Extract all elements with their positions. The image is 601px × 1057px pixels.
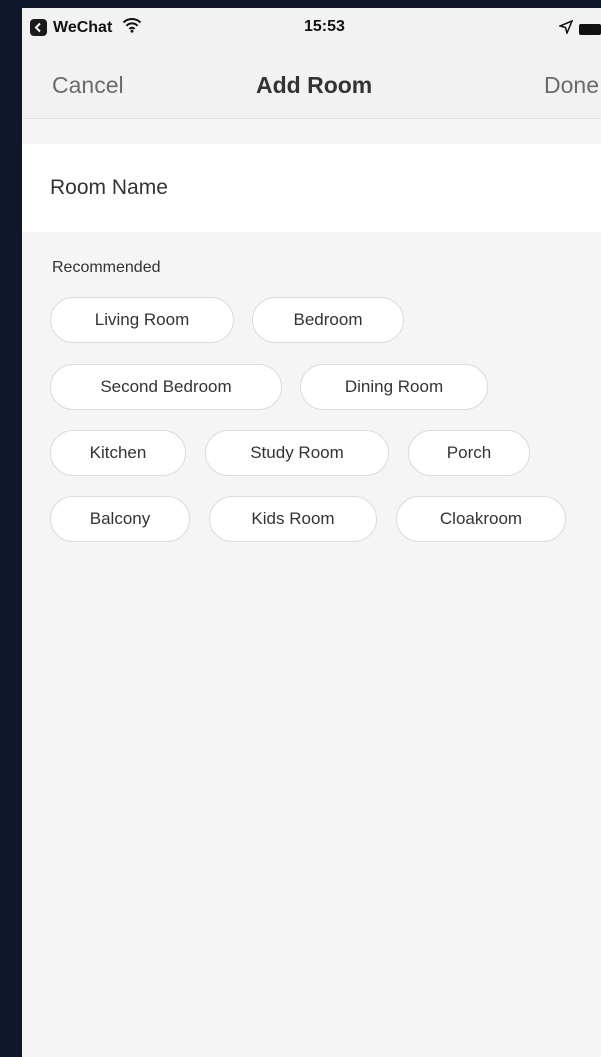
back-app-icon[interactable] — [30, 19, 47, 36]
chip-second-bedroom[interactable]: Second Bedroom — [50, 364, 282, 410]
location-arrow-icon — [557, 19, 574, 39]
chip-study-room[interactable]: Study Room — [205, 430, 389, 476]
status-left: WeChat — [30, 17, 142, 38]
status-time: 15:53 — [304, 18, 345, 35]
status-right — [557, 19, 601, 39]
chip-balcony[interactable]: Balcony — [50, 496, 190, 542]
chip-cloakroom[interactable]: Cloakroom — [396, 496, 566, 542]
chip-living-room[interactable]: Living Room — [50, 297, 234, 343]
chip-kitchen[interactable]: Kitchen — [50, 430, 186, 476]
done-button[interactable]: Done — [544, 72, 599, 99]
page-title: Add Room — [256, 72, 373, 98]
chip-dining-room[interactable]: Dining Room — [300, 364, 488, 410]
room-name-row — [22, 144, 601, 232]
recommended-label: Recommended — [52, 259, 161, 276]
wifi-icon — [122, 17, 142, 38]
nav-bar: Cancel Add Room Done — [22, 48, 601, 119]
status-bar: WeChat 15:53 — [22, 8, 601, 48]
battery-icon — [579, 24, 601, 35]
chip-bedroom[interactable]: Bedroom — [252, 297, 404, 343]
chip-kids-room[interactable]: Kids Room — [209, 496, 377, 542]
cancel-button[interactable]: Cancel — [52, 72, 124, 99]
phone-screen: WeChat 15:53 Cancel Add Room Done Reco — [22, 8, 601, 1057]
status-app-name[interactable]: WeChat — [53, 19, 112, 37]
room-name-input[interactable] — [50, 170, 570, 206]
chip-porch[interactable]: Porch — [408, 430, 530, 476]
